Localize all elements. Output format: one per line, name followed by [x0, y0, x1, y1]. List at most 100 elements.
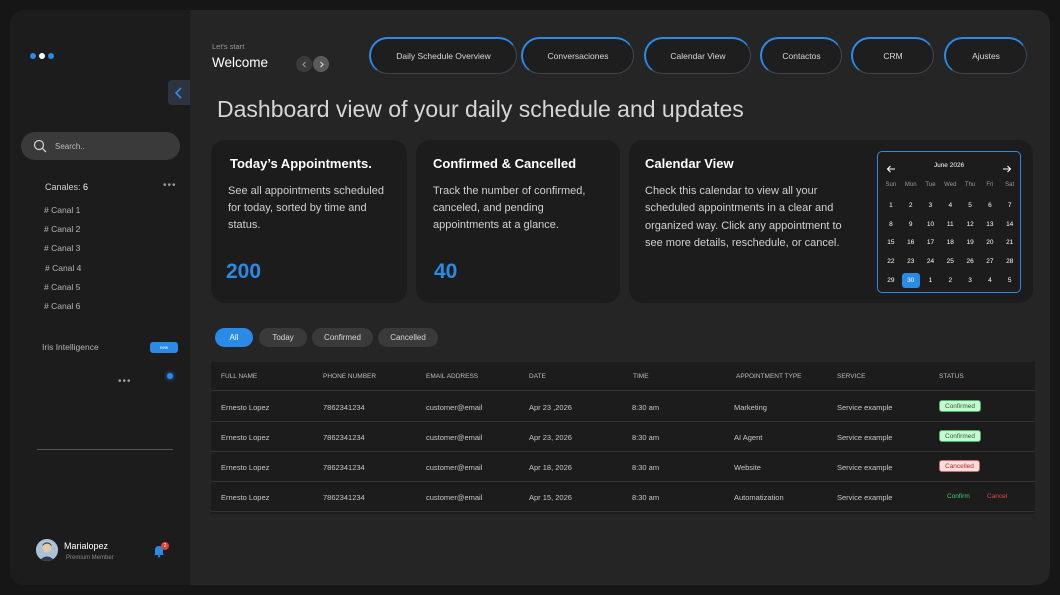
table-row[interactable]: Ernesto Lopez 7862341234 customer@email …: [211, 482, 1035, 512]
column-header[interactable]: TIME: [633, 373, 649, 380]
confirmed-cancelled-count: 40: [434, 260, 458, 283]
channel-item[interactable]: # Canal 3: [44, 243, 80, 253]
appointments-card-title: Today’s Appointments.: [230, 156, 372, 171]
cell-full-name: Ernesto Lopez: [221, 403, 270, 412]
table-header-row: FULL NAME PHONE NUMBER EMAIL ADDRESS DAT…: [211, 362, 1035, 391]
calendar-day[interactable]: 25: [940, 252, 960, 271]
calendar-day[interactable]: 14: [1000, 215, 1020, 234]
iris-intelligence-item[interactable]: Iris Intelligence: [42, 342, 99, 352]
column-header[interactable]: DATE: [529, 373, 546, 380]
search-icon: [33, 139, 47, 153]
greeting-title: Welcome: [212, 55, 269, 70]
search-input[interactable]: [55, 141, 165, 151]
calendar-day[interactable]: 16: [901, 234, 921, 253]
channel-item[interactable]: # Canal 1: [44, 205, 80, 215]
calendar-day[interactable]: 3: [960, 271, 980, 290]
calendar-day[interactable]: 13: [980, 215, 1000, 234]
calendar-day[interactable]: 22: [881, 252, 901, 271]
channels-more-button[interactable]: •••: [163, 180, 177, 191]
filter-confirmed-button[interactable]: Confirmed: [312, 328, 373, 347]
calendar-day[interactable]: 3: [921, 196, 941, 215]
tab-crm[interactable]: CRM: [851, 37, 934, 74]
tab-ajustes[interactable]: Ajustes: [944, 37, 1027, 74]
avatar[interactable]: [36, 539, 58, 561]
cell-appointment-type: Marketing: [734, 403, 767, 412]
calendar-day[interactable]: 1: [921, 271, 941, 290]
calendar-day[interactable]: 5: [960, 196, 980, 215]
filter-today-button[interactable]: Today: [259, 328, 307, 347]
calendar-day[interactable]: 24: [921, 252, 941, 271]
column-header[interactable]: STATUS: [939, 373, 964, 380]
tab-daily-schedule-overview[interactable]: Daily Schedule Overview: [369, 37, 517, 74]
user-avatar-icon: [36, 539, 58, 561]
calendar-day[interactable]: 5: [1000, 271, 1020, 290]
calendar-month-label: June 2026: [933, 162, 965, 169]
table-row[interactable]: Ernesto Lopez 7862341234 customer@email …: [211, 452, 1035, 482]
new-badge: new: [150, 342, 178, 353]
calendar-day[interactable]: 8: [881, 215, 901, 234]
calendar-day[interactable]: 1: [881, 196, 901, 215]
cell-email: customer@email: [426, 463, 483, 472]
column-header[interactable]: EMAIL ADDRESS: [426, 373, 478, 380]
calendar-day[interactable]: 10: [921, 215, 941, 234]
cell-phone: 7862341234: [323, 433, 365, 442]
calendar-day[interactable]: 18: [940, 234, 960, 253]
calendar-day[interactable]: 19: [960, 234, 980, 253]
calendar-day[interactable]: 12: [960, 215, 980, 234]
calendar-day[interactable]: 6: [980, 196, 1000, 215]
calendar-day[interactable]: 28: [1000, 252, 1020, 271]
column-header[interactable]: APPOINTMENT TYPE: [736, 373, 802, 380]
calendar-day[interactable]: 27: [980, 252, 1000, 271]
calendar-day[interactable]: 23: [901, 252, 921, 271]
next-button[interactable]: [313, 56, 329, 72]
calendar-day[interactable]: 26: [960, 252, 980, 271]
channel-item[interactable]: # Canal 5: [44, 282, 80, 292]
calendar-day[interactable]: 21: [1000, 234, 1020, 253]
calendar-day[interactable]: 17: [921, 234, 941, 253]
calendar-view-card-description: Check this calendar to view all your sch…: [645, 185, 842, 249]
calendar-widget[interactable]: June 2026 Sun Mon Tue Wed Thu Fri Sat 12345678…: [877, 151, 1021, 293]
channel-item[interactable]: # Canal 6: [44, 301, 80, 311]
channel-item[interactable]: # Canal 4: [45, 263, 81, 273]
cell-service: Service example: [837, 433, 893, 442]
calendar-day[interactable]: 11: [940, 215, 960, 234]
sidebar-divider: [37, 449, 173, 450]
calendar-day[interactable]: 15: [881, 234, 901, 253]
calendar-next-button[interactable]: [1002, 161, 1012, 173]
calendar-day[interactable]: 4: [980, 271, 1000, 290]
previous-button[interactable]: [296, 56, 312, 72]
calendar-day-selected[interactable]: 30: [901, 271, 921, 290]
calendar-day[interactable]: 29: [881, 271, 901, 290]
calendar-day[interactable]: 20: [980, 234, 1000, 253]
appointments-count: 200: [226, 260, 262, 283]
cancel-button[interactable]: Cancel: [987, 493, 1007, 500]
channel-item[interactable]: # Canal 2: [44, 224, 80, 234]
filter-all-button[interactable]: All: [215, 328, 253, 347]
confirm-button[interactable]: Confirm: [947, 493, 970, 500]
calendar-day[interactable]: 4: [940, 196, 960, 215]
table-row[interactable]: Ernesto Lopez 7862341234 customer@email …: [211, 392, 1035, 422]
tab-contactos[interactable]: Contactos: [760, 37, 842, 74]
calendar-day[interactable]: 9: [901, 215, 921, 234]
calendar-day[interactable]: 7: [1000, 196, 1020, 215]
user-name: Marialopez: [64, 541, 109, 551]
calendar-view-card-title: Calendar View: [645, 156, 734, 171]
column-header[interactable]: SERVICE: [837, 373, 865, 380]
cell-email: customer@email: [426, 403, 483, 412]
calendar-day[interactable]: 2: [940, 271, 960, 290]
calendar-day[interactable]: 2: [901, 196, 921, 215]
app-frame: Canales: 6 ••• # Canal 1 # Canal 2 # Can…: [10, 10, 1050, 585]
tab-calendar-view[interactable]: Calendar View: [644, 37, 751, 74]
column-header[interactable]: PHONE NUMBER: [323, 373, 376, 380]
column-header[interactable]: FULL NAME: [221, 373, 257, 380]
filter-cancelled-button[interactable]: Cancelled: [378, 328, 438, 347]
cell-full-name: Ernesto Lopez: [221, 433, 270, 442]
cell-email: customer@email: [426, 493, 483, 502]
chevron-left-icon: [174, 86, 182, 99]
tab-conversaciones[interactable]: Conversaciones: [521, 37, 634, 74]
iris-more-button[interactable]: •••: [118, 376, 132, 387]
search-bar[interactable]: [21, 132, 180, 160]
calendar-days-grid[interactable]: 1 2 3 4 5 6 7 8 9 10 11 12 13 14 15 16 17 18 19 20 21 22 23 24 2…: [881, 196, 1020, 290]
table-row[interactable]: Ernesto Lopez 7862341234 customer@email …: [211, 422, 1035, 452]
collapse-sidebar-button[interactable]: [168, 80, 190, 105]
